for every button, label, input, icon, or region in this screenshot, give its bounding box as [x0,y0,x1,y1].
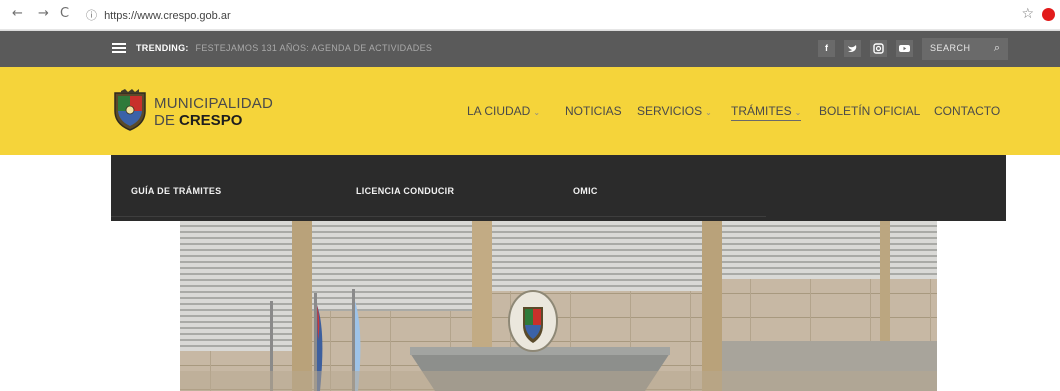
address-bar[interactable]: ⓘ https://www.crespo.gob.ar [86,7,231,23]
forward-button[interactable]: → [38,6,49,21]
dropdown-item-omic[interactable]: OMIC [573,186,598,196]
trending-link[interactable]: FESTEJAMOS 131 AÑOS: AGENDA DE ACTIVIDAD… [196,43,433,53]
nav-label: TRÁMITES [731,104,792,118]
dropdown-item-licencia-conducir[interactable]: LICENCIA CONDUCIR [356,186,454,196]
nav-contacto[interactable]: CONTACTO [934,104,1000,118]
site-info-icon[interactable]: ⓘ [86,10,97,22]
brand-prefix: DE [154,112,175,129]
nav-tramites[interactable]: TRÁMITES ⌄ [731,104,802,121]
nav-label: LA CIUDAD [467,104,531,118]
nav-la-ciudad[interactable]: LA CIUDAD ⌄ [467,104,540,118]
search-label: SEARCH [930,43,971,53]
hero-building-photo [180,221,937,391]
search-icon[interactable]: ⌕ [994,41,1000,55]
youtube-icon[interactable] [896,40,913,57]
search-box[interactable]: SEARCH ⌕ [922,38,1008,60]
brand-name-line1[interactable]: MUNICIPALIDAD [154,95,273,112]
browser-toolbar: ← → C ⓘ https://www.crespo.gob.ar ☆ [0,0,1060,30]
nav-label: NOTICIAS [565,104,622,118]
trending-label: TRENDING: [136,43,189,53]
nav-label: SERVICIOS [637,104,703,118]
trending-ticker: TRENDING: FESTEJAMOS 131 AÑOS: AGENDA DE… [136,43,432,53]
instagram-icon[interactable] [870,40,887,57]
dropdown-divider [111,216,766,217]
facebook-icon[interactable]: f [818,40,835,57]
bookmark-star-icon[interactable]: ☆ [1021,6,1034,22]
nav-label: BOLETÍN OFICIAL [819,104,921,118]
adblock-icon[interactable] [1042,8,1055,21]
url-text: https://www.crespo.gob.ar [104,10,231,22]
nav-label: CONTACTO [934,104,1001,118]
nav-boletin-oficial[interactable]: BOLETÍN OFICIAL [819,104,920,118]
site-header: MUNICIPALIDAD DE CRESPO LA CIUDAD ⌄ NOTIC… [0,67,1060,155]
brand-city: CRESPO [179,112,243,129]
dropdown-item-guia-tramites[interactable]: GUÍA DE TRÁMITES [131,186,221,196]
top-bar: TRENDING: FESTEJAMOS 131 AÑOS: AGENDA DE… [0,31,1060,67]
nav-noticias[interactable]: NOTICIAS [565,104,622,118]
nav-servicios[interactable]: SERVICIOS ⌄ [637,104,712,118]
chevron-down-icon: ⌄ [794,108,802,117]
back-button[interactable]: ← [12,6,23,21]
brand-name-line2[interactable]: DE CRESPO [154,112,242,129]
reload-button[interactable]: C [60,6,69,21]
crespo-crest-logo[interactable] [112,89,148,131]
chevron-down-icon: ⌄ [705,108,712,117]
hamburger-menu-icon[interactable] [112,43,126,54]
tramites-dropdown: GUÍA DE TRÁMITES LICENCIA CONDUCIR OMIC [111,155,1006,221]
chevron-down-icon: ⌄ [533,108,541,117]
twitter-icon[interactable] [844,40,861,57]
